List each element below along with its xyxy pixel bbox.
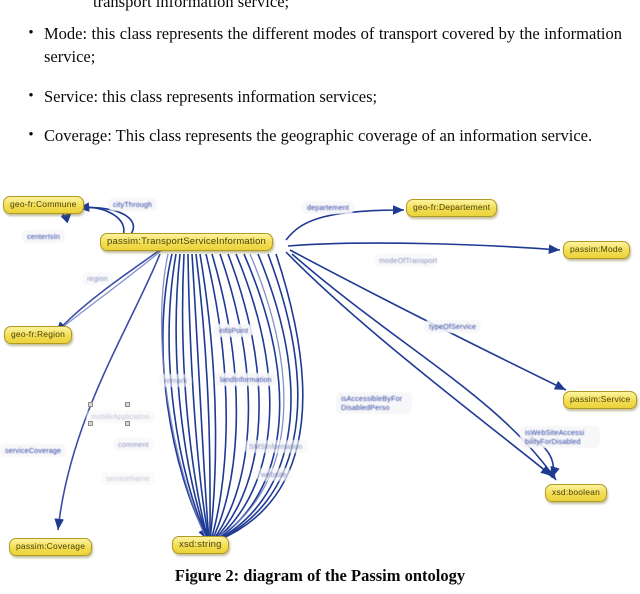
node-passim-coverage[interactable]: passim:Coverage: [9, 538, 93, 556]
edge-label-centerisin: centerIsIn: [22, 230, 66, 243]
document-text-block: transport information service; • Mode: t…: [0, 0, 640, 186]
node-geo-fr-region[interactable]: geo-fr:Region: [4, 326, 73, 344]
bullet-text-service: Service: this class represents informati…: [44, 87, 378, 106]
edge-label-region: region: [82, 272, 113, 285]
figure-caption: Figure 2: diagram of the Passim ontology: [174, 566, 466, 585]
clipped-paragraph-line: transport information service;: [93, 0, 290, 11]
edge-label-infopoint: infoPoint: [214, 324, 254, 337]
bullet-item-service: • Service: this class represents informa…: [18, 85, 622, 108]
edge-label-comment: comment: [113, 438, 154, 451]
edge-label-citythrough: cityThrough: [108, 198, 158, 211]
edge-label-landinformation: landInformation: [215, 373, 277, 386]
node-xsd-boolean[interactable]: xsd:boolean: [545, 484, 608, 502]
selection-handle-bottom-left[interactable]: [88, 421, 93, 426]
bullet-marker-icon: •: [28, 25, 34, 41]
bullet-marker-icon: •: [28, 127, 34, 143]
edge-label-mobileapplication: mobileApplication: [86, 410, 155, 423]
edge-label-iswebsiteaccessibilityfordisabled: isWebSiteAccessi bilityForDisabled: [520, 426, 600, 448]
ontology-diagram: geo-fr:Commune passim:TransportServiceIn…: [0, 188, 640, 566]
bullet-text-mode: Mode: this class represents the differen…: [44, 24, 622, 66]
node-passim-transportserviceinformation[interactable]: passim:TransportServiceInformation: [100, 233, 274, 251]
edge-label-departement: departement: [302, 201, 355, 214]
edge-label-smsinformation: SMSInformation: [244, 440, 308, 453]
diagram-edges: [54, 202, 567, 541]
edge-label-servicecoverage: serviceCoverage: [0, 444, 67, 457]
bullet-text-coverage: Coverage: This class represents the geog…: [44, 126, 593, 145]
node-geo-fr-commune[interactable]: geo-fr:Commune: [3, 196, 84, 214]
bullet-item-mode: • Mode: this class represents the differ…: [18, 22, 622, 68]
edge-label-servicename: serviceName: [101, 472, 155, 485]
selection-handle-bottom-right[interactable]: [125, 421, 130, 426]
node-passim-mode[interactable]: passim:Mode: [563, 241, 630, 259]
edge-label-website: website: [256, 468, 292, 481]
edge-label-remark: remark: [159, 374, 193, 387]
edge-label-isaccessiblebyfordisabledperson: isAccessibleByFor DisabledPerso: [336, 392, 412, 414]
node-xsd-string[interactable]: xsd:string: [172, 536, 229, 554]
edge-label-modeoftransport: modeOfTransport: [374, 254, 437, 267]
bullet-marker-icon: •: [28, 88, 34, 104]
selection-handle-top-right[interactable]: [125, 402, 130, 407]
node-geo-fr-departement[interactable]: geo-fr:Departement: [406, 199, 498, 217]
edge-label-typeofservice: typeOfService: [424, 320, 482, 333]
selection-handle-top-left[interactable]: [88, 402, 93, 407]
bullet-item-coverage: • Coverage: This class represents the ge…: [18, 124, 622, 147]
node-passim-service[interactable]: passim:Service: [563, 391, 638, 409]
